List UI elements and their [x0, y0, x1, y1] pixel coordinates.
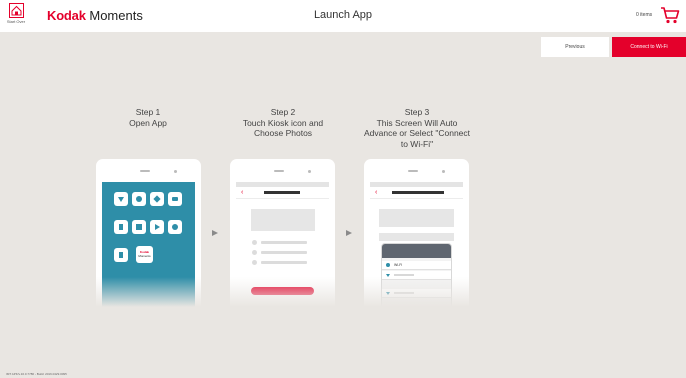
app-icon [132, 220, 146, 234]
list-bullet [252, 240, 257, 245]
phone-speaker [140, 170, 150, 172]
arrow-right-icon [346, 230, 352, 236]
phone-illustration-step-2: ‹ [230, 159, 335, 307]
top-bar: Start Over Kodak Moments Launch App 0 it… [0, 0, 686, 32]
step-2-text-line: Choose Photos [253, 128, 313, 138]
phone-camera [442, 170, 445, 173]
step-3-title: Step 3 This Screen Will Auto Advance or … [342, 107, 492, 149]
cart-count: 0 items [636, 12, 653, 18]
step-3-text-line: Advance or Select "Connect [363, 128, 471, 138]
phone-camera [308, 170, 311, 173]
phone-illustration-step-1: Kodak Moments [96, 159, 201, 307]
image-placeholder [379, 209, 454, 227]
app-nav-bar: ‹ [370, 187, 463, 199]
list-line-placeholder [261, 261, 307, 264]
cart-icon[interactable] [660, 6, 680, 25]
list-line-placeholder [261, 251, 307, 254]
step-1-text-line: Open App [129, 117, 167, 128]
image-placeholder [251, 209, 315, 231]
kodak-moments-app-icon[interactable]: Kodak Moments [136, 246, 153, 263]
step-2-title: Step 2 Touch Kiosk icon and Choose Photo… [208, 107, 358, 139]
step-3-text-line: to Wi-Fi" [400, 138, 434, 149]
step-1-heading: Step 1 [135, 107, 161, 117]
nav-title-placeholder [264, 191, 300, 194]
list-bullet [252, 250, 257, 255]
app-icon [114, 248, 128, 262]
app-icon [168, 220, 182, 234]
step-2-text-line: Touch Kiosk icon and [242, 117, 324, 128]
build-info: IMT APK/v.16.0.7786 - Build: 2016.0429.0… [6, 372, 67, 376]
dialog-header [382, 244, 451, 258]
phone-illustration-step-3: ‹ Wi-Fi [364, 159, 469, 307]
app-nav-bar: ‹ [236, 187, 329, 199]
step-3-text-line: This Screen Will Auto [376, 117, 458, 128]
step-2-heading: Step 2 [270, 107, 296, 117]
app-icon [150, 220, 164, 234]
list-bullet [252, 260, 257, 265]
page-title: Launch App [313, 9, 373, 21]
wifi-row: Wi-Fi [382, 261, 451, 270]
wifi-line-placeholder [394, 274, 414, 276]
arrow-right-icon [212, 230, 218, 236]
phone-speaker [274, 170, 284, 172]
back-chevron-icon: ‹ [375, 189, 378, 196]
wifi-option-label: Wi-Fi [394, 263, 403, 267]
app-icon [150, 192, 164, 206]
connect-wifi-button[interactable]: Connect to Wi-Fi [612, 37, 686, 57]
step-3-heading: Step 3 [404, 107, 430, 117]
phone-fade [364, 277, 469, 307]
phone-camera [174, 170, 177, 173]
phone-speaker [408, 170, 418, 172]
app-icon [132, 192, 146, 206]
wifi-radio-icon [386, 263, 390, 267]
step-1-title: Step 1 Open App [73, 107, 223, 128]
phone-fade [230, 277, 335, 307]
list-line-placeholder [261, 241, 307, 244]
previous-button[interactable]: Previous [541, 37, 609, 57]
text-placeholder [379, 233, 454, 241]
app-icon [114, 220, 128, 234]
phone-fade [96, 277, 201, 307]
app-icon [168, 192, 182, 206]
app-icon [114, 192, 128, 206]
kiosk-app-label-product: Moments [138, 253, 151, 258]
nav-title-placeholder [392, 191, 444, 194]
back-chevron-icon: ‹ [241, 189, 244, 196]
